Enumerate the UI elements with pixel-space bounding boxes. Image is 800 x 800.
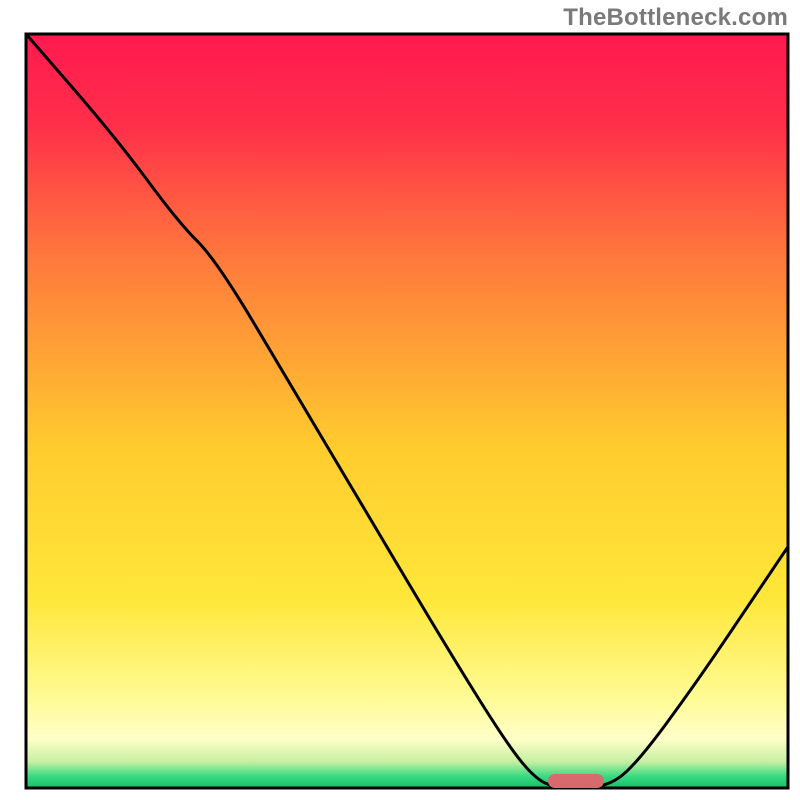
chart-stage: TheBottleneck.com bbox=[0, 0, 800, 800]
optimal-marker-pill bbox=[548, 774, 604, 788]
plot-background bbox=[26, 34, 788, 788]
chart-svg bbox=[0, 0, 800, 800]
